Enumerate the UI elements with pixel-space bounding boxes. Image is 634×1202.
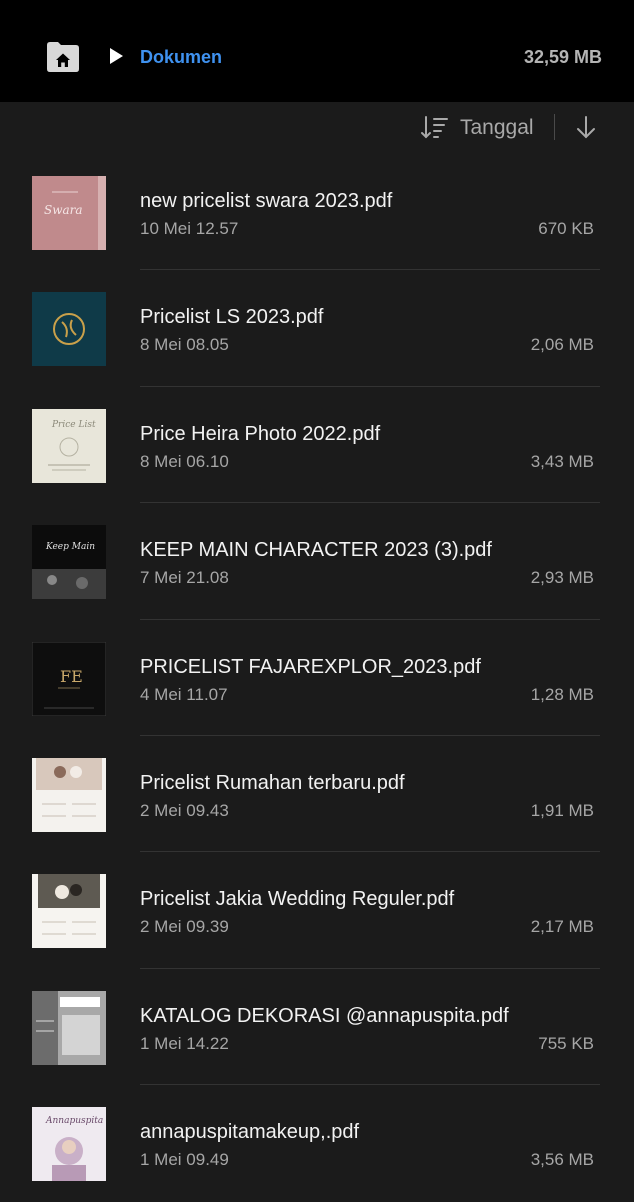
file-row[interactable]: KATALOG DEKORASI @annapuspita.pdf 1 Mei …: [0, 969, 634, 1086]
file-row[interactable]: Pricelist Jakia Wedding Reguler.pdf 2 Me…: [0, 852, 634, 969]
svg-text:Price List: Price List: [51, 420, 96, 430]
pdf-thumbnail: [32, 874, 106, 949]
pdf-thumbnail: Keep Main: [32, 525, 106, 600]
file-name: Pricelist Jakia Wedding Reguler.pdf: [140, 888, 455, 911]
sort-bar: Tanggal: [0, 102, 634, 152]
file-row[interactable]: Price List Price Heira Photo 2022.pdf 8 …: [0, 387, 634, 504]
file-name: new pricelist swara 2023.pdf: [140, 190, 393, 212]
file-date: 2 Mei 09.43: [140, 800, 229, 820]
chevron-right-icon: [110, 48, 123, 64]
file-size: 3,56 MB: [530, 1150, 594, 1170]
pdf-thumbnail: Annapuspita: [32, 1107, 106, 1182]
file-name: Pricelist LS 2023.pdf: [140, 306, 324, 329]
file-row[interactable]: Swara new pricelist swara 2023.pdf 10 Me…: [0, 154, 634, 271]
file-size: 1,28 MB: [530, 684, 594, 704]
file-size: 1,91 MB: [530, 800, 594, 820]
file-row[interactable]: Annapuspita annapuspitamakeup,.pdf 1 Mei…: [0, 1085, 634, 1201]
pdf-thumbnail: Swara: [32, 176, 106, 250]
file-row[interactable]: Pricelist LS 2023.pdf 8 Mei 08.05 2,06 M…: [0, 270, 634, 387]
file-name: annapuspitamakeup,.pdf: [140, 1121, 360, 1144]
file-size: 3,43 MB: [530, 451, 594, 471]
svg-text:Swara: Swara: [44, 203, 83, 217]
file-name: KATALOG DEKORASI @annapuspita.pdf: [140, 1004, 509, 1027]
file-row[interactable]: Pricelist Rumahan terbaru.pdf 2 Mei 09.4…: [0, 736, 634, 853]
home-icon[interactable]: [44, 39, 82, 73]
svg-text:FE: FE: [60, 667, 83, 686]
file-name: Price Heira Photo 2022.pdf: [140, 422, 381, 445]
file-size: 2,93 MB: [530, 568, 594, 588]
pdf-thumbnail: [32, 757, 106, 832]
svg-text:Annapuspita: Annapuspita: [45, 1116, 103, 1126]
divider: [554, 114, 555, 140]
file-date: 10 Mei 12.57: [140, 219, 239, 238]
file-date: 2 Mei 09.39: [140, 917, 229, 937]
sort-label[interactable]: Tanggal: [460, 115, 534, 141]
file-date: 8 Mei 06.10: [140, 451, 229, 471]
file-date: 1 Mei 14.22: [140, 1033, 229, 1053]
file-date: 7 Mei 21.08: [140, 568, 229, 588]
file-date: 1 Mei 09.49: [140, 1150, 229, 1170]
sort-lines-icon[interactable]: [420, 114, 450, 140]
file-date: 8 Mei 08.05: [140, 335, 229, 355]
pdf-thumbnail: Price List: [32, 408, 106, 483]
file-size: 670 KB: [538, 219, 594, 238]
file-size: 2,06 MB: [530, 335, 594, 355]
top-bar: Dokumen 32,59 MB: [0, 0, 634, 102]
pdf-thumbnail: [32, 292, 106, 367]
breadcrumb-current[interactable]: Dokumen: [140, 45, 222, 69]
file-name: Pricelist Rumahan terbaru.pdf: [140, 771, 405, 794]
arrow-down-icon[interactable]: [575, 114, 597, 140]
file-name: KEEP MAIN CHARACTER 2023 (3).pdf: [140, 539, 492, 562]
file-date: 4 Mei 11.07: [140, 684, 228, 704]
file-row[interactable]: FE PRICELIST FAJAREXPLOR_2023.pdf 4 Mei …: [0, 620, 634, 736]
file-row[interactable]: Keep Main KEEP MAIN CHARACTER 2023 (3).p…: [0, 503, 634, 620]
svg-text:Keep Main: Keep Main: [45, 542, 95, 552]
file-size: 755 KB: [538, 1033, 594, 1053]
storage-size: 32,59 MB: [523, 47, 602, 67]
pdf-thumbnail: [32, 990, 106, 1065]
file-list: Swara new pricelist swara 2023.pdf 10 Me…: [0, 154, 634, 1202]
file-name: PRICELIST FAJAREXPLOR_2023.pdf: [140, 655, 481, 678]
pdf-thumbnail: FE: [32, 641, 106, 716]
file-size: 2,17 MB: [530, 917, 594, 937]
